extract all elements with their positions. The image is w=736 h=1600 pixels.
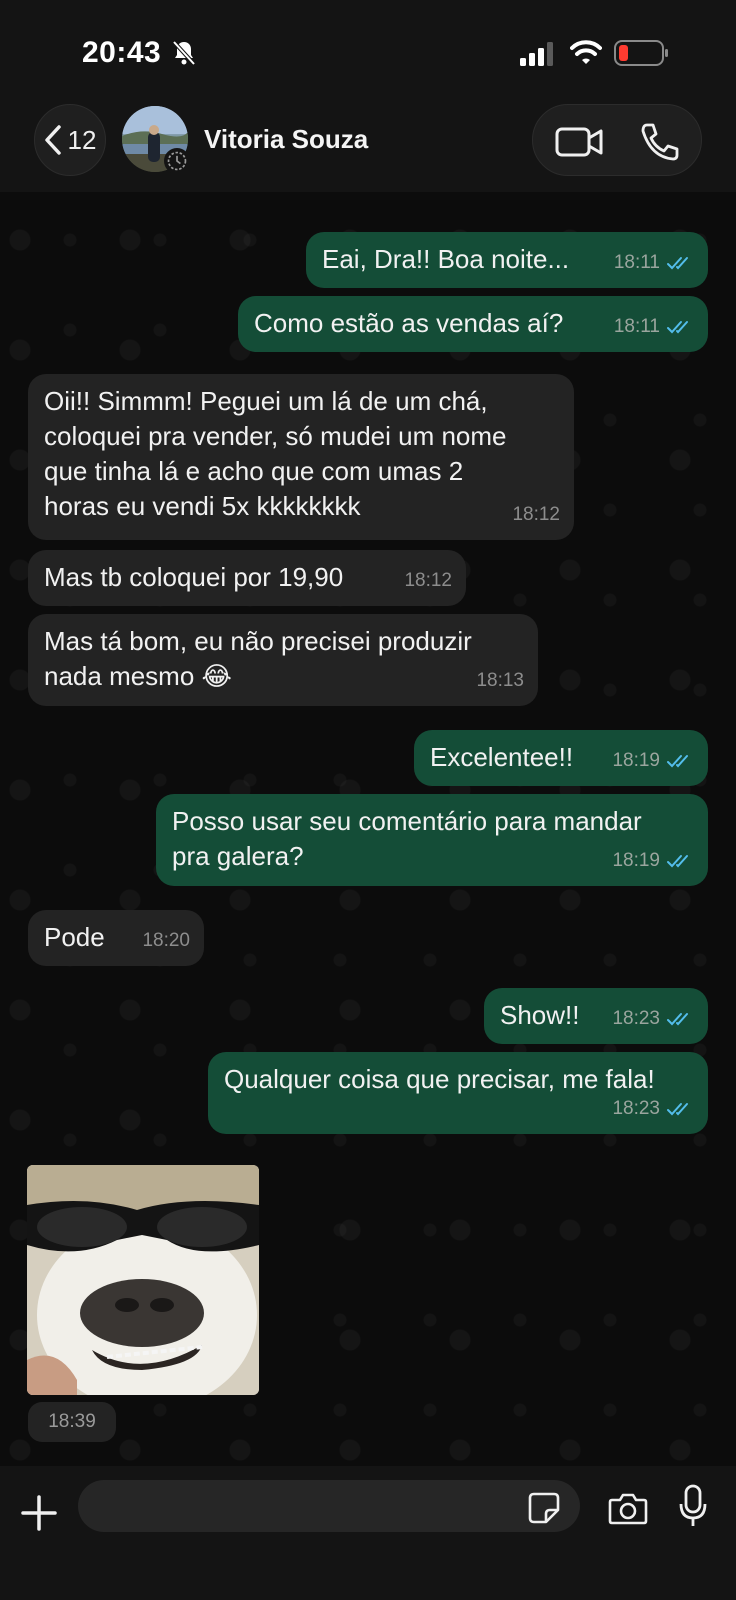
outgoing-message[interactable]: Posso usar seu comentário para mandar pr… (156, 794, 708, 886)
message-time: 18:12 (512, 504, 560, 525)
message-time: 18:23 (612, 1008, 660, 1029)
message-time: 18:11 (613, 316, 660, 337)
wifi-icon (570, 40, 602, 64)
read-ticks-icon (667, 754, 688, 767)
message-meta: 18:11 (614, 309, 694, 344)
message-time: 18:13 (476, 670, 524, 691)
outgoing-message[interactable]: Qualquer coisa que precisar, me fala! 18:… (208, 1052, 708, 1134)
message-input[interactable] (78, 1480, 580, 1532)
read-ticks-icon (667, 1012, 688, 1025)
incoming-message[interactable]: Pode 18:20 (28, 910, 204, 966)
message-text: Mas tb coloquei por 19,90 (44, 562, 344, 592)
video-call-icon[interactable] (549, 119, 609, 163)
message-time: 18:23 (612, 1098, 660, 1119)
message-meta: 18:23 (612, 1091, 694, 1126)
message-time: 18:11 (613, 252, 660, 273)
outgoing-message[interactable]: Show!! 18:23 (484, 988, 708, 1044)
status-time: 20:43 (82, 36, 162, 69)
input-bar (0, 1466, 736, 1600)
message-meta: 18:20 (142, 923, 190, 958)
call-buttons (532, 104, 702, 176)
outgoing-message[interactable]: Excelentee!! 18:19 (414, 730, 708, 786)
sticker-timestamp: 18:39 (28, 1402, 116, 1442)
message-meta: 18:11 (614, 245, 694, 280)
bell-off-icon (172, 40, 196, 66)
camera-icon[interactable] (608, 1490, 648, 1526)
read-ticks-icon (667, 256, 688, 269)
outgoing-message[interactable]: Como estão as vendas aí? 18:11 (238, 296, 708, 352)
message-time: 18:19 (612, 750, 660, 771)
unread-count: 12 (67, 124, 97, 155)
message-meta: 18:19 (612, 743, 694, 778)
message-meta: 18:23 (612, 1001, 694, 1036)
sticker-icon[interactable] (528, 1492, 560, 1524)
message-meta: 18:12 (404, 563, 452, 598)
chevron-left-icon (44, 125, 61, 155)
outgoing-message[interactable]: Eai, Dra!! Boa noite... 18:11 (306, 232, 708, 288)
chat-header: 20:43 12 Vitoria Souza (0, 0, 736, 192)
sticker-image[interactable] (27, 1165, 259, 1395)
incoming-message[interactable]: Oii!! Simmm! Peguei um lá de um chá, col… (28, 374, 574, 540)
signal-icon (520, 42, 553, 66)
message-time: 18:19 (612, 850, 660, 871)
status-bar: 20:43 (0, 0, 736, 100)
message-time: 18:12 (404, 570, 452, 591)
message-meta: 18:12 (512, 497, 560, 532)
read-ticks-icon (667, 320, 688, 333)
battery-icon (614, 40, 668, 66)
contact-name[interactable]: Vitoria Souza (204, 124, 368, 155)
status-ring-icon (164, 148, 190, 174)
phone-icon[interactable] (633, 119, 683, 163)
back-button[interactable]: 12 (34, 104, 106, 176)
microphone-icon[interactable] (678, 1484, 708, 1528)
message-text: Mas tá bom, eu não precisei produzir nad… (44, 626, 472, 691)
message-time: 18:20 (142, 930, 190, 951)
dog-sunglasses-sticker (27, 1165, 259, 1395)
read-ticks-icon (667, 854, 688, 867)
incoming-message[interactable]: Mas tá bom, eu não precisei produzir nad… (28, 614, 538, 706)
message-meta: 18:19 (612, 843, 694, 878)
message-meta: 18:13 (476, 663, 524, 698)
read-ticks-icon (667, 1102, 688, 1115)
plus-icon[interactable] (20, 1494, 58, 1532)
incoming-message[interactable]: Mas tb coloquei por 19,90 18:12 (28, 550, 466, 606)
message-text: Oii!! Simmm! Peguei um lá de um chá, col… (44, 386, 507, 521)
